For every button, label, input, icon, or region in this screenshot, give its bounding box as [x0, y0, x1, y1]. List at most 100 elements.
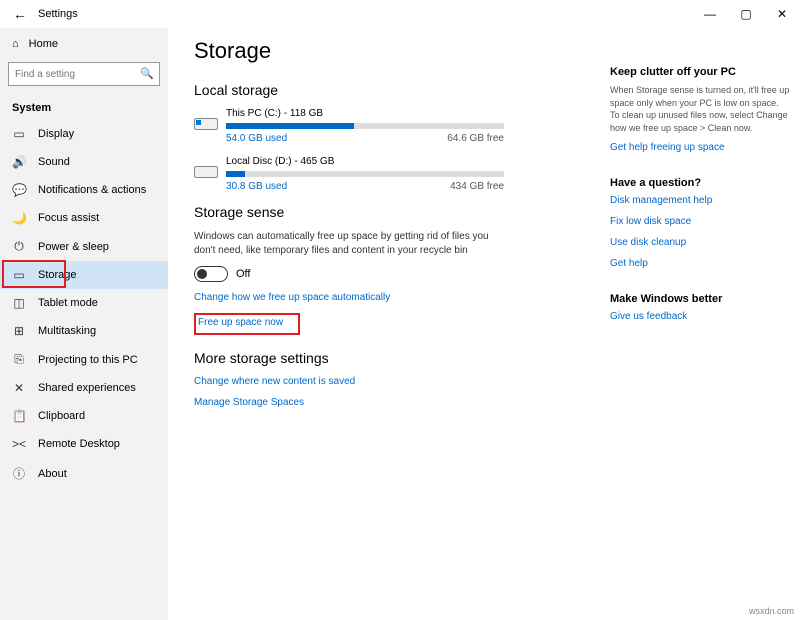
content: ⌂ Home 🔍 System ▭ Display 🔊 Sound 💬 Noti… [0, 28, 800, 620]
toggle-label: Off [236, 268, 250, 280]
drive-title: This PC (C:) - 118 GB [226, 108, 504, 119]
drive-bar [226, 123, 504, 129]
drive-icon [194, 160, 218, 180]
sidebar-item-multitasking[interactable]: ⊞ Multitasking [0, 317, 168, 345]
main-left: Storage Local storage This PC (C:) - 118… [194, 38, 504, 610]
drive-stats: 30.8 GB used 434 GB free [226, 181, 504, 192]
storage-icon: ▭ [12, 268, 26, 282]
toggle-switch[interactable] [194, 266, 228, 282]
sidebar-item-about[interactable]: ⓘ About [0, 458, 168, 489]
display-icon: ▭ [12, 127, 26, 141]
sidebar-heading: System [0, 92, 168, 120]
search-icon: 🔍 [140, 67, 154, 80]
tablet-icon: ◫ [12, 296, 26, 310]
link-fix-low-disk[interactable]: Fix low disk space [610, 216, 790, 227]
home-icon: ⌂ [12, 38, 19, 50]
storage-sense-heading: Storage sense [194, 204, 504, 220]
better-section: Make Windows better Give us feedback [610, 293, 790, 322]
sidebar-item-power[interactable]: ⏻ Power & sleep [0, 232, 168, 261]
drive-used: 30.8 GB used [226, 181, 287, 192]
storage-sense-toggle[interactable]: Off [194, 266, 504, 282]
projecting-icon: ⎘ [12, 352, 26, 367]
drive-d[interactable]: Local Disc (D:) - 465 GB 30.8 GB used 43… [194, 156, 504, 192]
home-label: Home [29, 38, 58, 50]
sidebar-item-label: Sound [38, 156, 70, 168]
sidebar-item-focus[interactable]: 🌙 Focus assist [0, 204, 168, 232]
clutter-text: When Storage sense is turned on, it'll f… [610, 84, 790, 134]
clutter-section: Keep clutter off your PC When Storage se… [610, 66, 790, 153]
drive-stats: 54.0 GB used 64.6 GB free [226, 133, 504, 144]
drive-c[interactable]: This PC (C:) - 118 GB 54.0 GB used 64.6 … [194, 108, 504, 144]
link-help-freeing[interactable]: Get help freeing up space [610, 142, 790, 153]
drive-title: Local Disc (D:) - 465 GB [226, 156, 504, 167]
sidebar-item-remote[interactable]: >< Remote Desktop [0, 430, 168, 458]
storage-sense-desc: Windows can automatically free up space … [194, 230, 504, 258]
link-free-up-space[interactable]: Free up space now [198, 317, 283, 328]
notifications-icon: 💬 [12, 183, 26, 197]
clutter-heading: Keep clutter off your PC [610, 66, 790, 78]
about-icon: ⓘ [12, 465, 26, 482]
question-section: Have a question? Disk management help Fi… [610, 177, 790, 269]
sidebar-item-display[interactable]: ▭ Display [0, 120, 168, 148]
local-storage-heading: Local storage [194, 82, 504, 98]
drive-info: This PC (C:) - 118 GB 54.0 GB used 64.6 … [226, 108, 504, 144]
back-button[interactable]: ← [8, 2, 32, 26]
sound-icon: 🔊 [12, 155, 26, 169]
sidebar-item-label: Display [38, 128, 74, 140]
search-input[interactable] [8, 62, 160, 86]
sidebar-item-label: Projecting to this PC [38, 354, 138, 366]
drive-icon [194, 112, 218, 132]
minimize-button[interactable]: — [692, 0, 728, 28]
sidebar-item-projecting[interactable]: ⎘ Projecting to this PC [0, 345, 168, 374]
sidebar-item-label: Power & sleep [38, 241, 109, 253]
sidebar-item-label: Shared experiences [38, 382, 136, 394]
power-icon: ⏻ [12, 239, 26, 254]
sidebar-item-notifications[interactable]: 💬 Notifications & actions [0, 176, 168, 204]
clipboard-icon: 📋 [12, 409, 26, 423]
sidebar-item-label: Clipboard [38, 410, 85, 422]
right-pane: Keep clutter off your PC When Storage se… [610, 38, 790, 610]
multitasking-icon: ⊞ [12, 324, 26, 338]
sidebar-item-label: Focus assist [38, 212, 99, 224]
link-change-free-space[interactable]: Change how we free up space automaticall… [194, 292, 504, 303]
sidebar-item-label: Tablet mode [38, 297, 98, 309]
better-heading: Make Windows better [610, 293, 790, 305]
question-heading: Have a question? [610, 177, 790, 189]
drive-info: Local Disc (D:) - 465 GB 30.8 GB used 43… [226, 156, 504, 192]
drive-used: 54.0 GB used [226, 133, 287, 144]
shared-icon: ✕ [12, 381, 26, 395]
sidebar-item-sound[interactable]: 🔊 Sound [0, 148, 168, 176]
sidebar-item-label: Multitasking [38, 325, 96, 337]
link-get-help[interactable]: Get help [610, 258, 790, 269]
drive-free: 64.6 GB free [447, 133, 504, 144]
focus-icon: 🌙 [12, 211, 26, 225]
sidebar-item-clipboard[interactable]: 📋 Clipboard [0, 402, 168, 430]
sidebar-item-shared[interactable]: ✕ Shared experiences [0, 374, 168, 402]
home-button[interactable]: ⌂ Home [0, 32, 168, 56]
watermark: wsxdn.com [749, 606, 794, 616]
sidebar: ⌂ Home 🔍 System ▭ Display 🔊 Sound 💬 Noti… [0, 28, 168, 620]
maximize-button[interactable]: ▢ [728, 0, 764, 28]
drive-bar [226, 171, 504, 177]
page-title: Storage [194, 38, 504, 64]
free-up-wrap: Free up space now [194, 313, 287, 332]
link-change-content[interactable]: Change where new content is saved [194, 376, 504, 387]
main: Storage Local storage This PC (C:) - 118… [168, 28, 800, 620]
close-button[interactable]: ✕ [764, 0, 800, 28]
sidebar-item-label: Notifications & actions [38, 184, 146, 196]
window-title: Settings [38, 8, 78, 20]
link-disk-management[interactable]: Disk management help [610, 195, 790, 206]
link-manage-spaces[interactable]: Manage Storage Spaces [194, 397, 504, 408]
remote-icon: >< [12, 437, 26, 451]
link-feedback[interactable]: Give us feedback [610, 311, 790, 322]
link-disk-cleanup[interactable]: Use disk cleanup [610, 237, 790, 248]
window-controls: — ▢ ✕ [692, 0, 800, 28]
search-box: 🔍 [8, 62, 160, 86]
sidebar-item-tablet[interactable]: ◫ Tablet mode [0, 289, 168, 317]
titlebar: ← Settings — ▢ ✕ [0, 0, 800, 28]
drive-free: 434 GB free [450, 181, 504, 192]
sidebar-item-label: Remote Desktop [38, 438, 120, 450]
more-storage-heading: More storage settings [194, 350, 504, 366]
sidebar-item-storage[interactable]: ▭ Storage [0, 261, 168, 289]
sidebar-item-label: About [38, 468, 67, 480]
